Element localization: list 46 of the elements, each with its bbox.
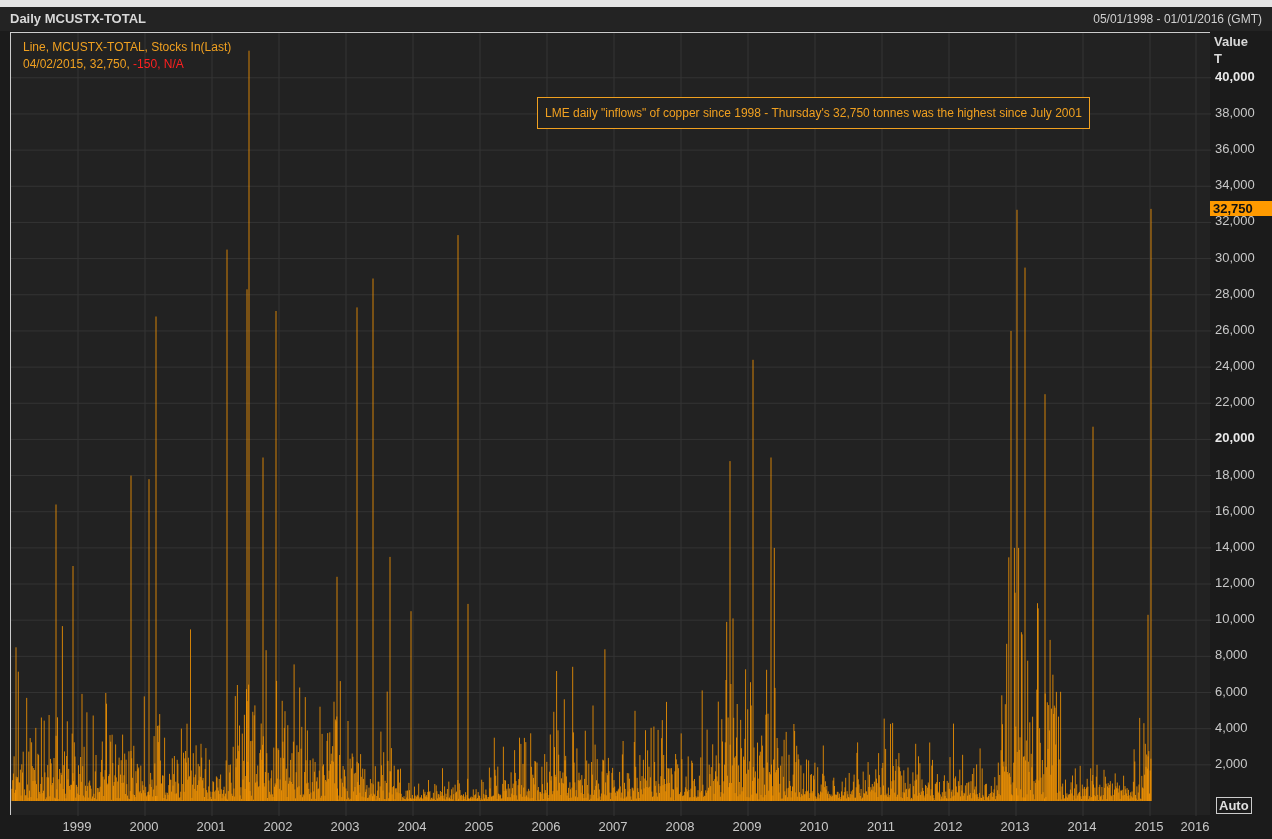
y-tick-label: 36,000 xyxy=(1215,141,1255,158)
x-tick-label: 2016 xyxy=(1180,819,1210,835)
y-tick-label: 20,000 xyxy=(1215,430,1255,447)
legend-series: Line, MCUSTX-TOTAL, Stocks In(Last) xyxy=(23,39,232,56)
x-tick-label: 2003 xyxy=(330,819,360,835)
auto-scale-button[interactable]: Auto xyxy=(1216,797,1252,814)
y-tick-label: 28,000 xyxy=(1215,285,1255,302)
x-tick-label: 2007 xyxy=(598,819,628,835)
y-tick-label: 38,000 xyxy=(1215,104,1255,121)
y-tick-label: 22,000 xyxy=(1215,394,1255,411)
x-tick-label: 2009 xyxy=(732,819,762,835)
x-tick-label: 2011 xyxy=(867,819,895,835)
y-tick-label: 2,000 xyxy=(1215,755,1248,772)
x-tick-label: 2008 xyxy=(665,819,695,835)
y-tick-label: 6,000 xyxy=(1215,683,1248,700)
x-tick-label: 2002 xyxy=(263,819,293,835)
x-tick-label: 2012 xyxy=(933,819,963,835)
x-tick-label: 2014 xyxy=(1067,819,1097,835)
x-tick-label: 1999 xyxy=(62,819,92,835)
date-range: 05/01/1998 - 01/01/2016 (GMT) xyxy=(1093,11,1262,28)
y-tick-label: 8,000 xyxy=(1215,647,1248,664)
x-tick-label: 2005 xyxy=(464,819,494,835)
y-tick-label: 10,000 xyxy=(1215,611,1255,628)
last-value-tag: 32,750 xyxy=(1210,200,1272,216)
x-tick-label: 2006 xyxy=(531,819,561,835)
legend-readout: 04/02/2015, 32,750, -150, N/A xyxy=(23,56,185,73)
x-tick-label: 2000 xyxy=(129,819,159,835)
x-tick-label: 2004 xyxy=(397,819,427,835)
axis-unit: T xyxy=(1214,50,1223,67)
y-tick-label: 26,000 xyxy=(1215,321,1255,338)
y-tick-label: 40,000 xyxy=(1215,68,1255,85)
y-tick-label: 12,000 xyxy=(1215,575,1255,592)
y-tick-label: 34,000 xyxy=(1215,177,1255,194)
x-tick-label: 2010 xyxy=(799,819,829,835)
y-tick-label: 14,000 xyxy=(1215,538,1255,555)
y-tick-label: 30,000 xyxy=(1215,249,1255,266)
axis-title: Value xyxy=(1214,33,1248,50)
x-tick-label: 2015 xyxy=(1134,819,1164,835)
y-tick-label: 24,000 xyxy=(1215,358,1255,375)
y-tick-label: 18,000 xyxy=(1215,466,1255,483)
x-tick-label: 2001 xyxy=(196,819,226,835)
y-tick-label: 16,000 xyxy=(1215,502,1255,519)
x-tick-label: 2013 xyxy=(1000,819,1030,835)
annotation-box: LME daily "inflows" of copper since 1998 - Thursday's 32,750 tonnes was the highest since July 2001 xyxy=(537,97,1090,129)
y-tick-label: 4,000 xyxy=(1215,719,1248,736)
chart-title: Daily MCUSTX-TOTAL xyxy=(10,10,147,29)
